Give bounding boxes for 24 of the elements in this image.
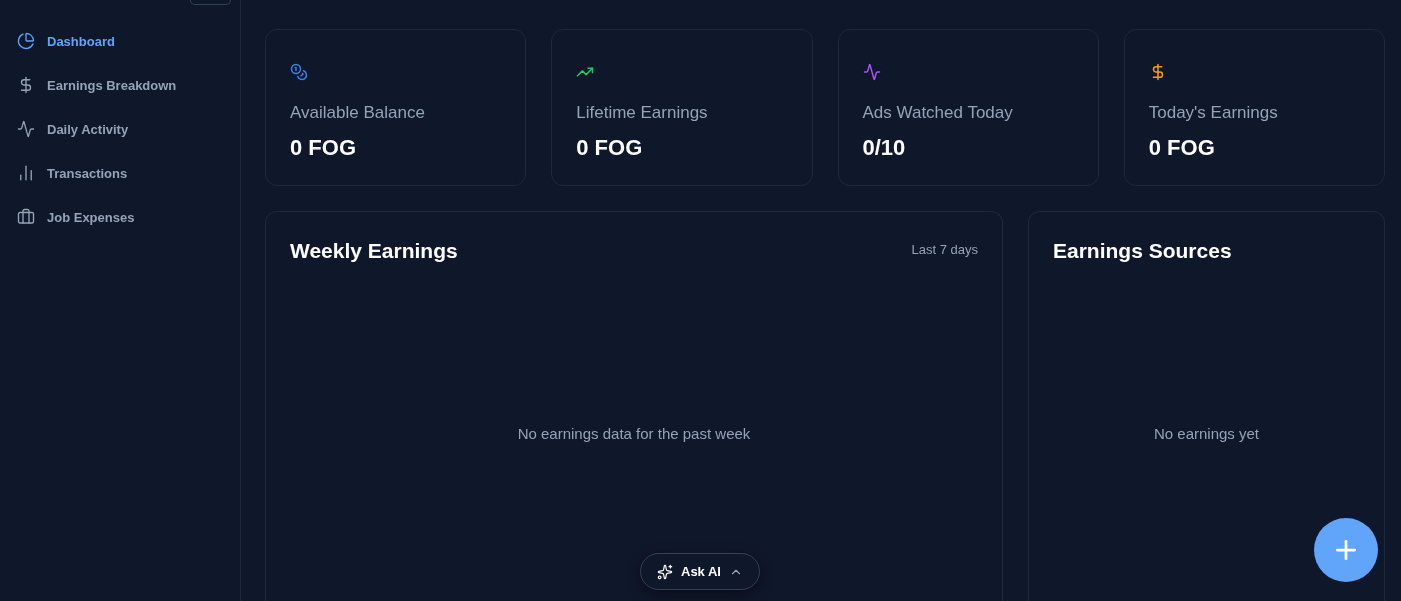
stat-value: 0/10	[862, 135, 906, 161]
date-range-label: Last 7 days	[911, 241, 978, 257]
stat-label: Available Balance	[290, 102, 425, 124]
empty-message: No earnings yet	[1153, 424, 1260, 442]
pie-chart-icon	[17, 32, 35, 50]
stat-label: Lifetime Earnings	[576, 102, 708, 124]
stat-value: 0 FOG	[1148, 135, 1215, 161]
nav-item[interactable]: Dashboard	[17, 19, 115, 63]
bar-chart-icon	[17, 164, 35, 182]
nav-item[interactable]: Daily Activity	[17, 107, 129, 151]
ask-ai-button[interactable]: Ask AI	[640, 553, 760, 590]
stat-label: Today's Earnings	[1148, 102, 1278, 124]
briefcase-icon	[17, 208, 35, 226]
stat-value: 0 FOG	[290, 135, 356, 161]
sparkles-icon	[657, 563, 673, 580]
stat-label: Ads Watched Today	[862, 102, 1013, 124]
panel-title: Weekly Earnings	[290, 238, 458, 264]
nav-item[interactable]: Job Expenses	[17, 195, 135, 239]
nav-item[interactable]: Earnings Breakdown	[17, 63, 177, 107]
pulse-icon	[17, 120, 35, 138]
nav-item[interactable]: Transactions	[17, 151, 128, 195]
panel-title: Earnings Sources	[1053, 238, 1232, 264]
stat-value: 0 FOG	[576, 135, 643, 161]
empty-message: No earnings data for the past week	[517, 424, 751, 442]
